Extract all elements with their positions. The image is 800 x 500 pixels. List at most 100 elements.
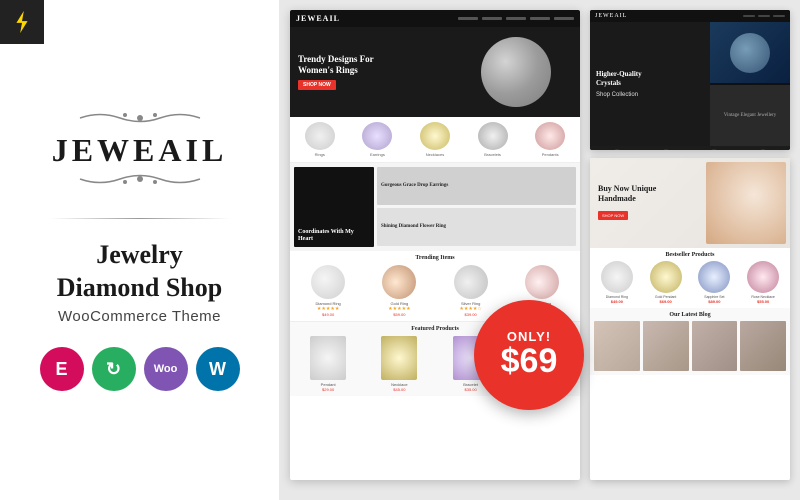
- ms-hero-btn: SHOP NOW: [298, 80, 336, 91]
- ms-grid-item-text: Gorgeous Grace Drop Earrings: [381, 183, 448, 190]
- product-label: Earrings: [370, 152, 385, 157]
- tr-feature-icon: [613, 149, 621, 150]
- ms-trending-item: Gold Ring ★★★★★ $59.00: [365, 265, 433, 317]
- br-product-img: [601, 261, 633, 293]
- br-product: Diamond Ring $49.00: [594, 261, 640, 304]
- br-product-img: [698, 261, 730, 293]
- product-img: [478, 122, 508, 150]
- br-hero-btn: SHOP NOW: [598, 211, 628, 220]
- ms-logo: JEWEAIL: [296, 14, 340, 23]
- tr-feature-icon: [710, 149, 718, 150]
- ms-hero-gems: [456, 32, 576, 112]
- product-img: [535, 122, 565, 150]
- ring-img: [311, 265, 345, 299]
- br-blog-label: Our Latest Blog: [594, 312, 786, 318]
- br-hero-img: [706, 162, 786, 244]
- ms-nav-item: [506, 17, 526, 20]
- br-content: Buy Now Unique Handmade SHOP NOW Bestsel…: [590, 158, 790, 480]
- ms-product-thumb: Bracelets: [466, 122, 520, 157]
- product-img: [420, 122, 450, 150]
- bottom-right-screenshot: Buy Now Unique Handmade SHOP NOW Bestsel…: [590, 158, 790, 480]
- ms-grid-left: Coordinates With My Heart: [294, 167, 374, 247]
- br-blog: Our Latest Blog: [590, 308, 790, 375]
- ms-products-strip: Rings Earrings Necklaces Bracelets Penda…: [290, 117, 580, 163]
- ms-nav: [458, 17, 574, 20]
- br-product: Gold Pendant $69.00: [643, 261, 689, 304]
- tr-jewelry-img: Vintage Elegant Jewellery: [710, 85, 790, 146]
- item-price: $29.00: [322, 387, 334, 392]
- tr-card2-text: Vintage Elegant Jewellery: [722, 111, 778, 120]
- divider: [50, 218, 230, 219]
- ms-featured-item: Necklace $45.00: [365, 336, 433, 392]
- lightning-badge: [0, 0, 44, 44]
- tr-nav-item: [773, 15, 785, 17]
- ms-trending-item: Silver Ring ★★★★☆ $39.00: [437, 265, 505, 317]
- tr-feature-item: No Return: [643, 149, 690, 150]
- ms-product-thumb: Necklaces: [408, 122, 462, 157]
- ms-grid: Coordinates With My Heart Gorgeous Grace…: [290, 163, 580, 251]
- ms-product-thumb: Earrings: [351, 122, 405, 157]
- woocommerce-icon: Woo: [144, 347, 188, 391]
- tr-content: Higher-Quality Crystals Shop Collection …: [590, 22, 790, 146]
- brand-name: JEWEAIL: [52, 133, 228, 168]
- tr-hero-text1: Higher-Quality Crystals: [596, 70, 704, 88]
- tr-features: Free Shipping No Return 24/7 Support Sec…: [590, 146, 790, 150]
- tr-feature-icon: [662, 149, 670, 150]
- br-bestseller-label: Bestseller Products: [594, 252, 786, 258]
- gem-image: [481, 37, 551, 107]
- left-panel: JEWEAIL Jewelry Diamond Shop WooCommerce…: [0, 0, 280, 500]
- ms-nav-item: [554, 17, 574, 20]
- br-hero: Buy Now Unique Handmade SHOP NOW: [590, 158, 790, 248]
- tr-header: JEWEAIL: [590, 10, 790, 22]
- ring-img: [454, 265, 488, 299]
- item-price: $39.00: [465, 312, 477, 317]
- item-price: $45.00: [393, 387, 405, 392]
- br-product-price: $89.00: [708, 299, 720, 304]
- top-right-screenshot: JEWEAIL Higher-Quality Crystals Shop Col…: [590, 10, 790, 150]
- product-label: Bracelets: [484, 152, 501, 157]
- br-hero-text-block: Buy Now Unique Handmade SHOP NOW: [598, 184, 688, 223]
- br-product-row: Diamond Ring $49.00 Gold Pendant $69.00 …: [594, 261, 786, 304]
- right-panel: JEWEAIL Trendy Designs For Women's Rings…: [280, 0, 800, 500]
- br-hero-text: Buy Now Unique Handmade: [598, 184, 688, 205]
- title-line1: Jewelry: [57, 239, 222, 272]
- tr-nav-item: [758, 15, 770, 17]
- br-blog-item: [740, 321, 786, 371]
- ms-grid-left-text: Coordinates With My Heart: [298, 229, 370, 243]
- ms-trending-title: Trending Items: [294, 255, 576, 261]
- br-product-img: [650, 261, 682, 293]
- product-label: Rings: [315, 152, 325, 157]
- wordpress-icon: W: [196, 347, 240, 391]
- crystal-shape: [730, 33, 770, 73]
- tr-nav-item: [743, 15, 755, 17]
- br-product-price: $49.00: [611, 299, 623, 304]
- ms-nav-item: [458, 17, 478, 20]
- br-blog-item: [594, 321, 640, 371]
- theme-title: Jewelry Diamond Shop: [57, 239, 222, 304]
- revolution-icon: ↻: [92, 347, 136, 391]
- br-product-price: $55.00: [757, 299, 769, 304]
- ms-header: JEWEAIL: [290, 10, 580, 27]
- item-price: $35.00: [465, 387, 477, 392]
- tr-hero-sub: Shop Collection: [596, 92, 704, 98]
- br-blog-row: [594, 321, 786, 371]
- title-line2: Diamond Shop: [57, 272, 222, 305]
- br-bestseller: Bestseller Products Diamond Ring $49.00 …: [590, 248, 790, 308]
- br-product-img: [747, 261, 779, 293]
- ms-product-thumb: Pendants: [523, 122, 577, 157]
- price-amount: $69: [501, 343, 558, 380]
- ms-product-thumb: Rings: [293, 122, 347, 157]
- tr-feature-icon: [759, 149, 767, 150]
- pendant-img: [310, 336, 346, 380]
- ring-img: [525, 265, 559, 299]
- ms-grid-item-text: Shining Diamond Flower Ring: [381, 224, 446, 231]
- ms-hero: Trendy Designs For Women's Rings SHOP NO…: [290, 27, 580, 117]
- ms-featured-item: Pendant $29.00: [294, 336, 362, 392]
- pendant-img: [381, 336, 417, 380]
- tr-right: Vintage Elegant Jewellery: [710, 22, 790, 146]
- ornament-bottom: [52, 170, 228, 192]
- brand-block: JEWEAIL: [52, 109, 228, 192]
- ms-nav-item: [530, 17, 550, 20]
- ms-trending-item: Diamond Ring ★★★★★ $49.00: [294, 265, 362, 317]
- item-price: $59.00: [393, 312, 405, 317]
